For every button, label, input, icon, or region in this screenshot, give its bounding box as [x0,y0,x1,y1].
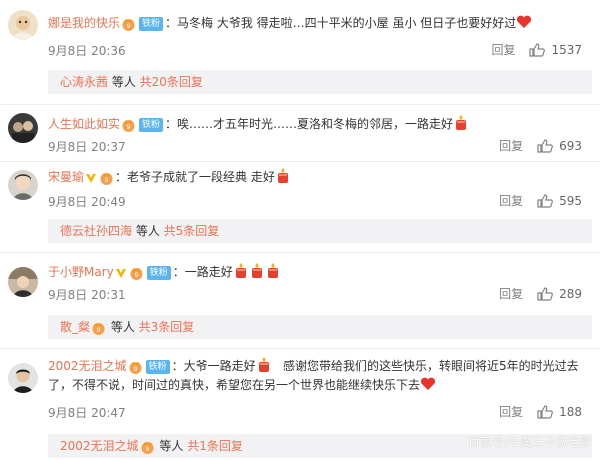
like-button[interactable]: 595 [537,194,582,208]
vip-icon [85,172,97,184]
comment-actions: 回复 1537 [491,41,582,58]
crown-icon [140,440,155,454]
like-count: 1537 [551,42,582,57]
like-count: 595 [559,193,582,208]
avatar[interactable] [8,363,38,393]
reply-button[interactable]: 回复 [491,41,515,58]
thumbs-up-icon [537,405,553,419]
fan-badge: 铁粉 [139,117,164,132]
username[interactable]: 人生如此如实 [48,117,120,131]
reply-button[interactable]: 回复 [499,285,523,302]
comment-body: ：一路走好 [172,265,233,279]
candle-icon [276,168,290,183]
divider [0,104,600,105]
timestamp: 9月8日 20:49 [48,195,126,209]
replies-summary[interactable]: 心涛永茜 等人 共20条回复 [48,70,592,94]
crown-icon [91,321,106,335]
candle-icon [234,263,248,278]
comment-body-continued: 感谢您带给我们的这些快乐，转眼间将近5年的时光过去了，不得不说，时间过的真快，希… [48,359,579,392]
reply-user[interactable]: 散_粲 [60,320,90,334]
comment-body: ：老爷子成就了一段经典 走好 [115,170,275,184]
candle-icon [250,263,264,278]
avatar[interactable] [8,113,38,143]
watermark: 百家号/牛魔王子说电影 [467,435,592,449]
divider [0,252,600,253]
comment-actions: 回复 289 [499,285,582,302]
reply-button[interactable]: 回复 [499,137,523,154]
thumbs-up-icon [537,139,553,153]
avatar[interactable] [8,10,38,40]
comment-body: ：马冬梅 大爷我 得走啦…四十平米的小屋 虽小 但日子也要好好过 [165,16,517,30]
fan-badge: 铁粉 [146,265,171,280]
reply-user[interactable]: 德云社孙四海 [60,224,132,238]
reply-user[interactable]: 心涛永茜 [60,75,108,89]
reply-button[interactable]: 回复 [499,403,523,420]
reply-count[interactable]: 共5条回复 [164,224,220,238]
like-button[interactable]: 1537 [529,43,582,57]
reply-mid: 等人 [108,75,140,89]
like-count: 693 [559,138,582,153]
comment-text: 于小野Mary 铁粉 ：一路走好 [48,263,592,281]
reply-mid: 等人 [107,320,139,334]
timestamp: 9月8日 20:37 [48,140,126,154]
crown-icon [121,118,136,132]
comment-actions: 回复 693 [499,137,582,154]
heart-icon [516,15,532,29]
reply-mid: 等人 [155,439,188,453]
timestamp: 9月8日 20:36 [48,44,126,58]
comment-text: 人生如此如实 铁粉 ：唉……才五年时光……夏洛和冬梅的邻居，一路走好 [48,115,592,133]
comment-text-block: 感谢您带给我们的这些快乐，转眼间将近5年的时光过去了，不得不说，时间过的真快，希… [48,357,592,395]
timestamp: 9月8日 20:31 [48,288,126,302]
heart-icon [420,377,436,391]
replies-summary[interactable]: 散_粲 等人 共3条回复 [48,315,592,339]
candle-icon [266,263,280,278]
username[interactable]: 宋曼瑜 [48,170,84,184]
reply-count[interactable]: 共3条回复 [139,320,195,334]
reply-button[interactable]: 回复 [499,192,523,209]
avatar[interactable] [8,267,38,297]
like-button[interactable]: 188 [537,405,582,419]
comment-body: ：唉……才五年时光……夏洛和冬梅的邻居，一路走好 [165,117,454,131]
crown-icon [121,17,136,31]
vip-icon [115,267,127,279]
thumbs-up-icon [529,43,545,57]
reply-user[interactable]: 2002无泪之城 [60,439,139,453]
divider [0,348,600,349]
candle-icon [454,115,468,130]
reply-mid: 等人 [132,224,164,238]
comment-actions: 回复 188 [499,403,582,420]
like-button[interactable]: 693 [537,139,582,153]
thumbs-up-icon [537,194,553,208]
reply-count[interactable]: 共1条回复 [187,439,243,453]
username[interactable]: 于小野Mary [48,265,114,279]
thumbs-up-icon [537,287,553,301]
divider [0,161,600,162]
like-button[interactable]: 289 [537,287,582,301]
comment-actions: 回复 595 [499,192,582,209]
crown-icon [129,266,144,280]
reply-count[interactable]: 共20条回复 [140,75,203,89]
timestamp: 9月8日 20:47 [48,406,126,420]
like-count: 188 [559,404,582,419]
comment-text: 宋曼瑜 ：老爷子成就了一段经典 走好 [48,168,592,186]
fan-badge: 铁粉 [139,16,164,31]
crown-icon [99,171,114,185]
like-count: 289 [559,286,582,301]
avatar[interactable] [8,170,38,200]
comment-text: 娜是我的快乐 铁粉 ：马冬梅 大爷我 得走啦…四十平米的小屋 虽小 但日子也要好好过 [48,14,592,32]
replies-summary[interactable]: 德云社孙四海 等人 共5条回复 [48,219,592,243]
username[interactable]: 娜是我的快乐 [48,16,120,30]
